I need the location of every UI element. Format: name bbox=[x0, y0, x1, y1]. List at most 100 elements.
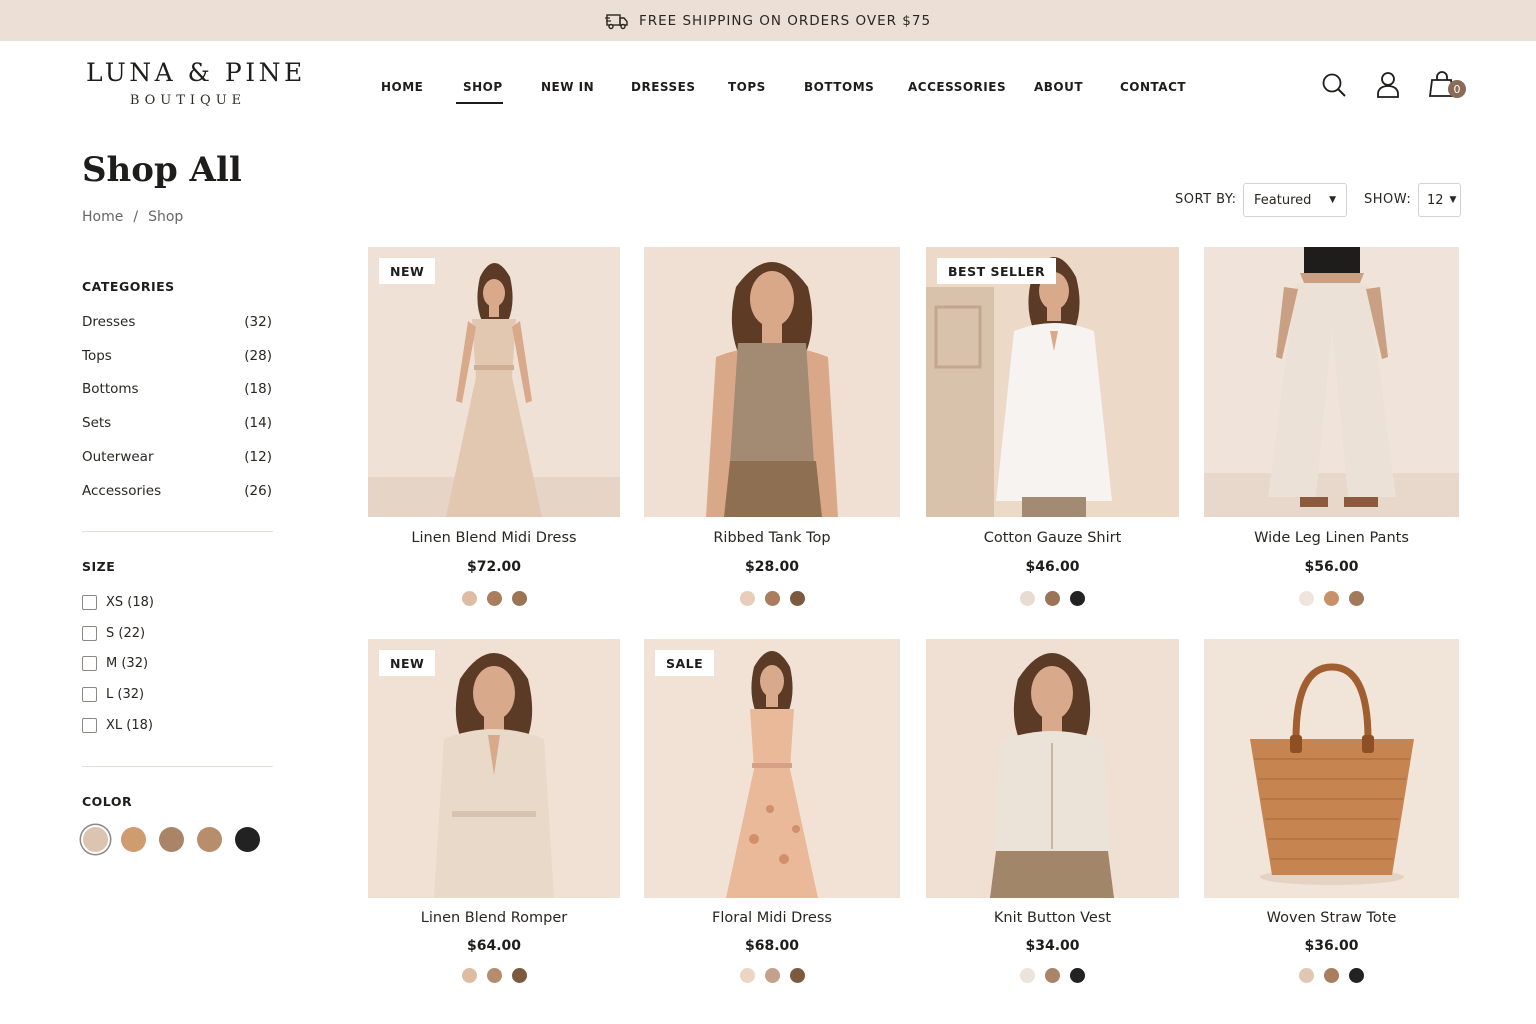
color-swatch[interactable] bbox=[1045, 968, 1060, 983]
color-swatch[interactable] bbox=[1070, 591, 1085, 606]
product-swatches bbox=[926, 968, 1179, 983]
checkbox[interactable] bbox=[82, 656, 97, 671]
product-card[interactable]: BEST SELLER Cotton Gauze Shirt $46.00 bbox=[926, 247, 1179, 617]
product-name[interactable]: Cotton Gauze Shirt bbox=[926, 530, 1179, 546]
category-item-tops[interactable]: Tops (28) bbox=[82, 348, 272, 368]
product-image[interactable] bbox=[1204, 639, 1459, 898]
breadcrumb-separator: / bbox=[133, 209, 139, 225]
product-image[interactable] bbox=[644, 247, 900, 517]
nav-item-about[interactable]: ABOUT bbox=[1034, 80, 1083, 94]
category-item-dresses[interactable]: Dresses (32) bbox=[82, 314, 272, 334]
product-price: $28.00 bbox=[744, 559, 800, 575]
search-icon[interactable] bbox=[1320, 70, 1348, 100]
color-heading: COLOR bbox=[82, 794, 133, 809]
checkbox[interactable] bbox=[82, 626, 97, 641]
product-price: $64.00 bbox=[466, 938, 522, 954]
color-swatch[interactable] bbox=[739, 591, 755, 606]
color-swatch[interactable] bbox=[486, 968, 502, 983]
color-swatch[interactable] bbox=[1045, 591, 1060, 606]
color-swatch[interactable] bbox=[764, 591, 780, 606]
color-swatch[interactable] bbox=[739, 968, 755, 983]
category-label: Sets bbox=[82, 415, 112, 431]
color-filter-swatch[interactable] bbox=[159, 827, 184, 852]
size-filter-xs[interactable]: XS (18) bbox=[82, 595, 154, 610]
checkbox[interactable] bbox=[82, 687, 97, 702]
product-card[interactable]: SALE Floral Midi Dress $68.00 bbox=[644, 639, 900, 989]
chevron-down-icon: ▼ bbox=[1449, 195, 1457, 205]
color-filter-swatch[interactable] bbox=[197, 827, 222, 852]
category-count: (12) bbox=[244, 449, 272, 465]
product-image[interactable] bbox=[1204, 247, 1459, 517]
product-card[interactable]: NEW Linen Blend Romper $64.00 bbox=[368, 639, 620, 989]
color-swatch[interactable] bbox=[486, 591, 502, 606]
color-swatch[interactable] bbox=[764, 968, 780, 983]
product-price: $46.00 bbox=[1025, 559, 1080, 575]
size-filter-m[interactable]: M (32) bbox=[82, 656, 148, 671]
nav-item-accessories[interactable]: ACCESSORIES bbox=[908, 80, 1006, 94]
product-card[interactable]: Ribbed Tank Top $28.00 bbox=[644, 247, 900, 617]
size-filter-s[interactable]: S (22) bbox=[82, 626, 145, 641]
color-swatch[interactable] bbox=[511, 591, 527, 606]
color-swatch[interactable] bbox=[511, 968, 527, 983]
color-swatch[interactable] bbox=[789, 968, 805, 983]
straw-tote-image bbox=[1204, 639, 1459, 898]
color-swatch[interactable] bbox=[1299, 968, 1314, 983]
product-price: $68.00 bbox=[744, 938, 800, 954]
size-filter-xl[interactable]: XL (18) bbox=[82, 718, 153, 733]
color-swatch[interactable] bbox=[1349, 968, 1364, 983]
breadcrumb-home[interactable]: Home bbox=[82, 209, 123, 225]
product-card[interactable]: Knit Button Vest $34.00 bbox=[926, 639, 1179, 989]
product-name[interactable]: Woven Straw Tote bbox=[1204, 910, 1459, 926]
product-card[interactable]: Woven Straw Tote $36.00 bbox=[1204, 639, 1459, 989]
nav-item-shop[interactable]: SHOP bbox=[463, 80, 503, 94]
product-name[interactable]: Floral Midi Dress bbox=[644, 910, 900, 926]
category-item-outerwear[interactable]: Outerwear (12) bbox=[82, 449, 272, 469]
nav-item-bottoms[interactable]: BOTTOMS bbox=[804, 80, 874, 94]
checkbox[interactable] bbox=[82, 595, 97, 610]
user-icon[interactable] bbox=[1375, 70, 1403, 100]
brand-name: LUNA & PINE bbox=[86, 58, 306, 87]
category-item-accessories[interactable]: Accessories (26) bbox=[82, 483, 272, 503]
nav-active-indicator bbox=[456, 102, 503, 104]
nav-item-contact[interactable]: CONTACT bbox=[1120, 80, 1186, 94]
nav-item-home[interactable]: HOME bbox=[381, 80, 423, 94]
product-name[interactable]: Wide Leg Linen Pants bbox=[1204, 530, 1459, 546]
color-swatch[interactable] bbox=[461, 968, 477, 983]
product-image[interactable]: NEW bbox=[368, 639, 620, 898]
color-filter-swatch[interactable] bbox=[121, 827, 146, 852]
color-swatch[interactable] bbox=[1349, 591, 1364, 606]
product-image[interactable]: NEW bbox=[368, 247, 620, 517]
color-swatch[interactable] bbox=[1070, 968, 1085, 983]
color-swatch[interactable] bbox=[461, 591, 477, 606]
color-filter-swatch[interactable] bbox=[235, 827, 260, 852]
nav-item-tops[interactable]: TOPS bbox=[728, 80, 766, 94]
checkbox[interactable] bbox=[82, 718, 97, 733]
product-card[interactable]: Wide Leg Linen Pants $56.00 bbox=[1204, 247, 1459, 617]
product-image[interactable]: BEST SELLER bbox=[926, 247, 1179, 517]
product-name[interactable]: Knit Button Vest bbox=[926, 910, 1179, 926]
category-item-bottoms[interactable]: Bottoms (18) bbox=[82, 381, 272, 401]
nav-item-new-in[interactable]: NEW IN bbox=[541, 80, 594, 94]
nav-item-dresses[interactable]: DRESSES bbox=[631, 80, 695, 94]
size-filter-l[interactable]: L (32) bbox=[82, 687, 144, 702]
product-name[interactable]: Linen Blend Romper bbox=[368, 910, 620, 926]
color-swatch[interactable] bbox=[1324, 968, 1339, 983]
product-name[interactable]: Linen Blend Midi Dress bbox=[368, 530, 620, 546]
product-card[interactable]: NEW Linen Blend Midi Dress $72.00 bbox=[368, 247, 620, 617]
color-swatch[interactable] bbox=[1299, 591, 1314, 606]
product-price: $56.00 bbox=[1304, 559, 1359, 575]
color-swatch[interactable] bbox=[789, 591, 805, 606]
product-name[interactable]: Ribbed Tank Top bbox=[644, 530, 900, 546]
brand-logo[interactable]: LUNA & PINE BOUTIQUE bbox=[86, 58, 306, 108]
color-swatch[interactable] bbox=[1020, 968, 1035, 983]
sort-select[interactable]: Featured ▼ bbox=[1243, 183, 1347, 217]
color-swatch[interactable] bbox=[1020, 591, 1035, 606]
show-count-select[interactable]: 12 ▼ bbox=[1418, 183, 1461, 217]
size-label: L (32) bbox=[106, 687, 145, 702]
category-item-sets[interactable]: Sets (14) bbox=[82, 415, 272, 435]
color-filter-swatch[interactable] bbox=[83, 827, 108, 852]
color-swatch[interactable] bbox=[1324, 591, 1339, 606]
product-image[interactable]: SALE bbox=[644, 639, 900, 898]
breadcrumb-current: Shop bbox=[148, 209, 184, 225]
product-image[interactable] bbox=[926, 639, 1179, 898]
